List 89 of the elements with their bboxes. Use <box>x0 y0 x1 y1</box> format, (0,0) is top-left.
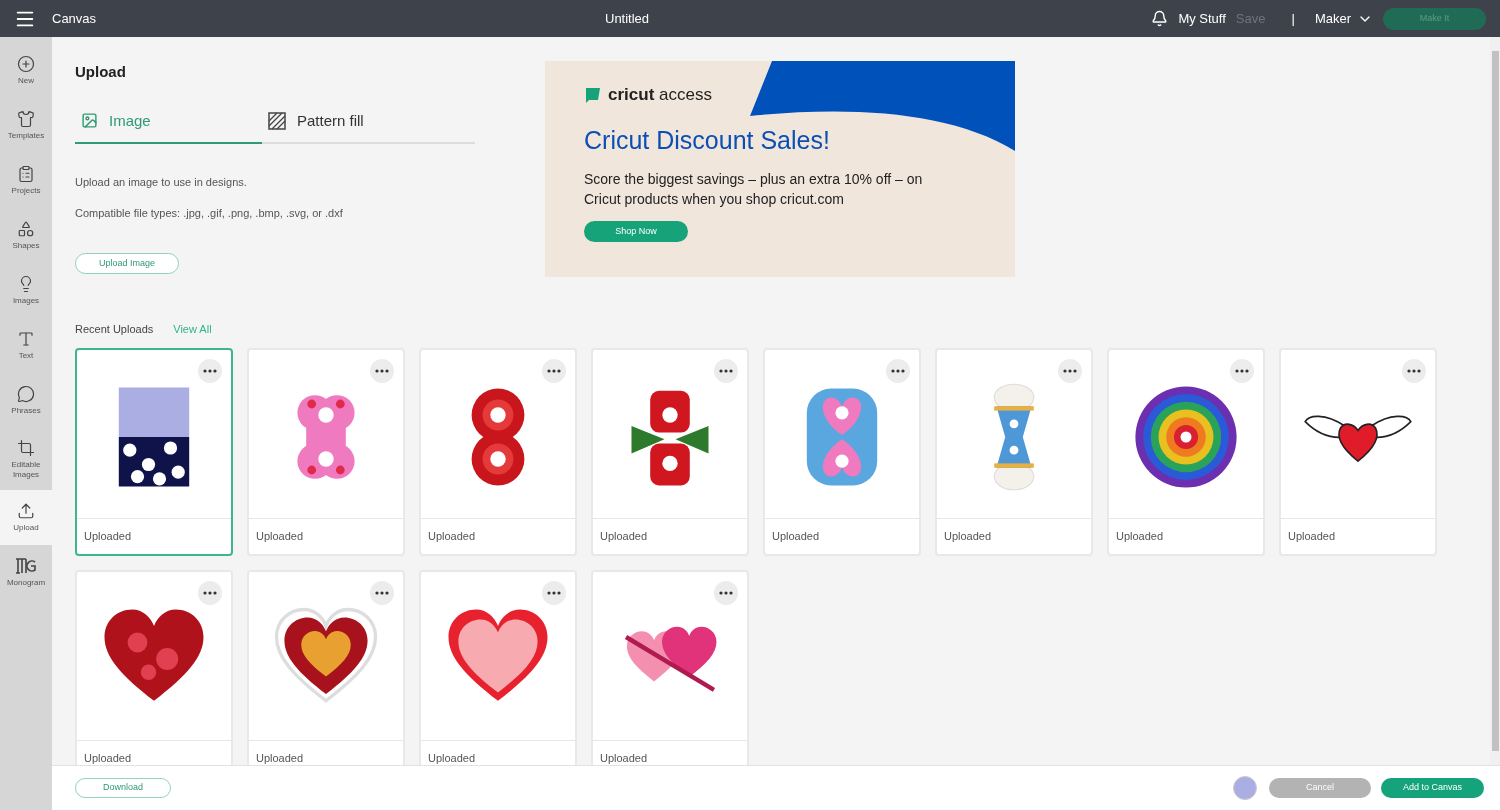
upload-card[interactable]: Uploaded <box>247 569 405 765</box>
more-icon <box>375 590 389 595</box>
more-icon <box>1407 368 1421 373</box>
upload-card[interactable]: Uploaded <box>419 347 577 556</box>
more-button[interactable] <box>198 358 222 383</box>
more-button[interactable] <box>714 580 738 605</box>
more-icon <box>1063 368 1077 373</box>
more-icon <box>203 590 217 595</box>
sidebar-item[interactable]: Editable Images <box>0 428 52 490</box>
card-label: Uploaded <box>1288 528 1336 544</box>
file-types-text: Compatible file types: .jpg, .gif, .png, .bmp, .svg, or .dxf <box>75 205 344 221</box>
tab[interactable]: Image <box>75 109 262 144</box>
more-button[interactable] <box>1402 358 1426 383</box>
card-label: Uploaded <box>600 528 648 544</box>
more-icon <box>203 368 217 373</box>
banner-title: Cricut Discount Sales! <box>584 124 831 156</box>
sidebar-item[interactable]: Phrases <box>0 373 52 428</box>
upload-card[interactable]: Uploaded <box>419 569 577 765</box>
upload-card[interactable]: Uploaded <box>763 347 921 556</box>
card-label: Uploaded <box>84 528 132 544</box>
my-stuff-link[interactable]: My Stuff <box>1178 8 1226 29</box>
clipboard-icon <box>17 165 35 183</box>
sidebar-item[interactable]: Images <box>0 263 52 318</box>
upload-card[interactable]: Uploaded <box>75 347 233 556</box>
letter-t-icon <box>17 330 35 348</box>
sidebar-item[interactable]: Templates <box>0 98 52 153</box>
upload-image-button[interactable]: Upload Image <box>75 253 179 274</box>
speech-bubble-icon <box>17 385 35 403</box>
brand-name: cricut access <box>608 84 712 106</box>
sidebar-item[interactable]: Shapes <box>0 208 52 263</box>
sidebar-item[interactable]: Upload <box>0 490 52 545</box>
card-label: Uploaded <box>600 750 648 765</box>
upload-card[interactable]: Uploaded <box>1279 347 1437 556</box>
section-heading: Recent Uploads <box>75 322 154 337</box>
more-button[interactable] <box>542 358 566 383</box>
upload-card[interactable]: Uploaded <box>75 569 233 765</box>
card-label: Uploaded <box>944 528 992 544</box>
add-to-canvas-button[interactable]: Add to Canvas <box>1381 778 1484 798</box>
image-icon <box>81 112 98 130</box>
more-icon <box>891 368 905 373</box>
more-button[interactable] <box>542 580 566 605</box>
card-label: Uploaded <box>428 528 476 544</box>
sidebar-item[interactable]: New <box>0 43 52 98</box>
description-text: Upload an image to use in designs. <box>75 175 248 190</box>
card-label: Uploaded <box>428 750 476 765</box>
more-button[interactable] <box>370 358 394 383</box>
more-icon <box>547 590 561 595</box>
selected-image-thumbnail <box>1233 776 1257 800</box>
upload-icon <box>17 502 35 520</box>
more-icon <box>719 590 733 595</box>
banner-text: Score the biggest savings – plus an extra 10% off – on Cricut products when you shop cricut.com <box>584 170 924 209</box>
tab[interactable]: Pattern fill <box>262 109 449 144</box>
monogram-icon <box>15 557 37 575</box>
sidebar-item[interactable]: Projects <box>0 153 52 208</box>
card-label: Uploaded <box>772 528 820 544</box>
panel-title: Upload <box>75 62 127 82</box>
more-button[interactable] <box>198 580 222 605</box>
card-label: Uploaded <box>84 750 132 765</box>
more-button[interactable] <box>714 358 738 383</box>
upload-card[interactable]: Uploaded <box>1107 347 1265 556</box>
more-button[interactable] <box>1058 358 1082 383</box>
shop-now-button[interactable]: Shop Now <box>584 221 688 242</box>
shapes-icon <box>17 220 35 238</box>
more-icon <box>375 368 389 373</box>
more-icon <box>719 368 733 373</box>
card-label: Uploaded <box>256 750 304 765</box>
separator-text: | <box>1291 9 1295 28</box>
plus-circle-icon <box>17 55 35 73</box>
bell-icon[interactable] <box>1151 10 1169 27</box>
app-section-label: Canvas <box>52 9 97 28</box>
more-button[interactable] <box>370 580 394 605</box>
more-button[interactable] <box>1230 358 1254 383</box>
crop-frame-icon <box>17 438 35 457</box>
upload-card[interactable]: Uploaded <box>591 347 749 556</box>
sidebar-item[interactable]: Text <box>0 318 52 373</box>
sidebar-item[interactable]: Monogram <box>0 545 52 600</box>
upload-card[interactable]: Uploaded <box>247 347 405 556</box>
more-icon <box>1235 368 1249 373</box>
upload-card[interactable]: Uploaded <box>591 569 749 765</box>
machine-selector[interactable]: Maker <box>1314 8 1373 29</box>
card-label: Uploaded <box>256 528 304 544</box>
upload-card[interactable]: Uploaded <box>935 347 1093 556</box>
document-title: Untitled <box>605 9 650 28</box>
more-button[interactable] <box>886 358 910 383</box>
more-icon <box>547 368 561 373</box>
brand-logo-icon <box>584 85 602 104</box>
hatched-square-icon <box>268 111 286 130</box>
shirt-icon <box>17 110 35 128</box>
card-label: Uploaded <box>1116 528 1164 544</box>
